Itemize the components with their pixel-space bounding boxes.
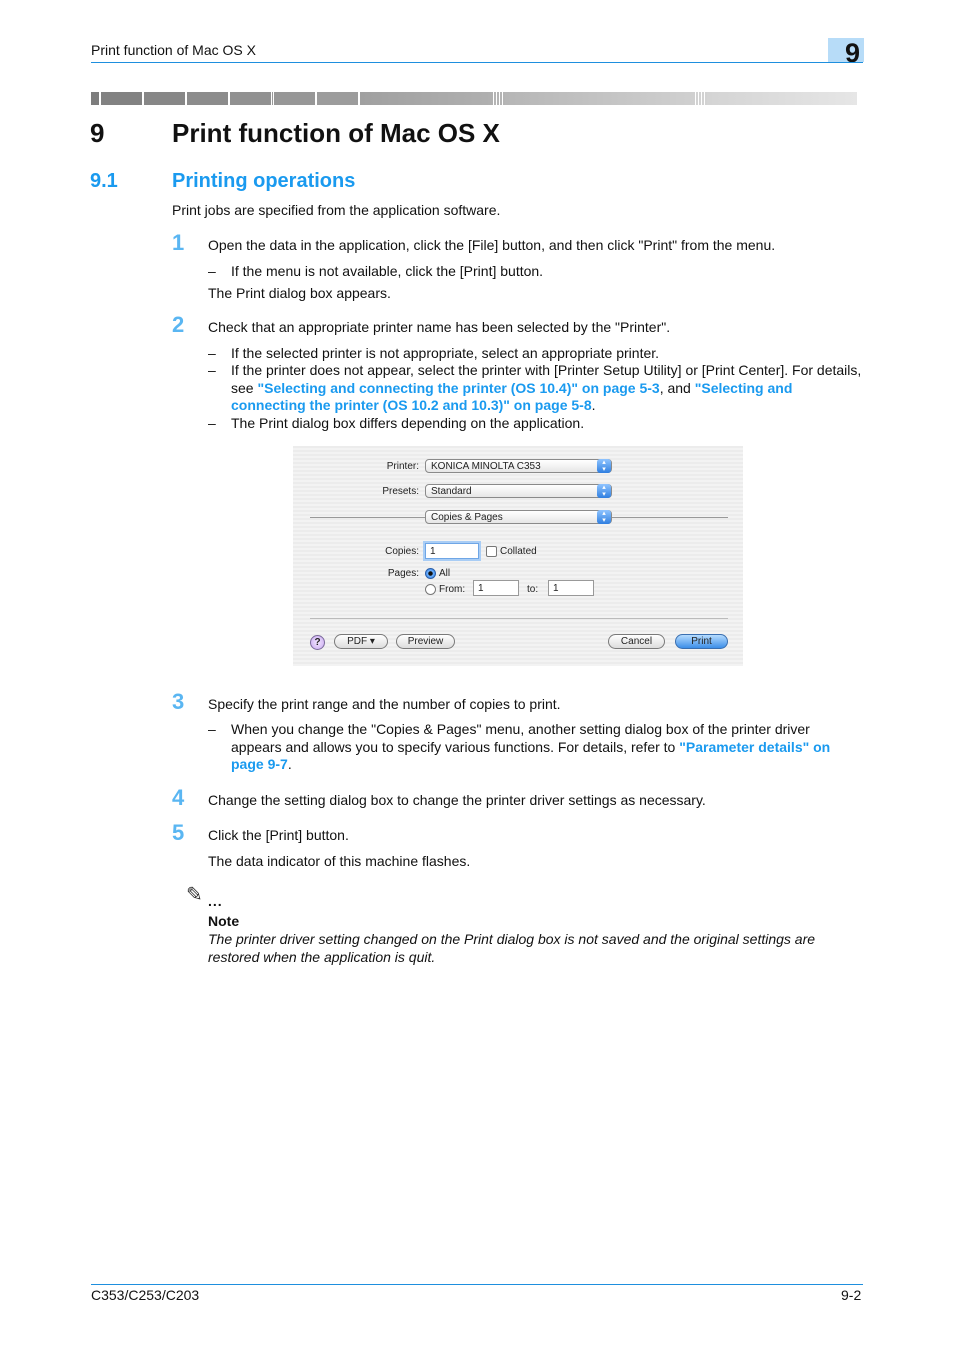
running-header-title: Print function of Mac OS X [91, 42, 256, 58]
step-bullet: If the selected printer is not appropria… [231, 345, 660, 361]
step-text: Click the [Print] button. [208, 827, 349, 843]
bullet-dash: – [208, 721, 216, 737]
note-title: Note [208, 913, 240, 929]
panel-popup[interactable]: Copies & Pages ▴ ▾ [425, 510, 612, 524]
step-bullet: If the menu is not available, click the … [231, 263, 544, 279]
pdf-button[interactable]: PDF ▾ [334, 634, 388, 649]
pages-label: Pages: [387, 568, 419, 579]
step-text: Change the setting dialog box to change … [208, 792, 706, 808]
presets-value: Standard [431, 486, 472, 497]
bullet-dash: – [208, 415, 216, 431]
link-selecting-printer-os102[interactable]: "Selecting and [695, 380, 793, 396]
link-selecting-printer-os102[interactable]: connecting the printer (OS 10.2 and 10.3… [231, 397, 592, 413]
printer-popup[interactable]: KONICA MINOLTA C353 ▴ ▾ [425, 459, 612, 473]
pages-from-radio[interactable] [425, 584, 436, 595]
step-text: Specify the print range and the number o… [208, 696, 561, 712]
chapter-title: Print function of Mac OS X [172, 118, 500, 148]
pages-all-label: All [439, 568, 451, 579]
from-field[interactable]: 1 [473, 580, 519, 596]
popup-arrows-icon: ▴ ▾ [597, 484, 611, 498]
note-dots: ... [208, 893, 223, 909]
divider [612, 517, 728, 518]
to-field[interactable]: 1 [548, 580, 594, 596]
popup-arrows-icon: ▴ ▾ [597, 510, 611, 524]
panel-value: Copies & Pages [431, 512, 503, 523]
copies-field[interactable]: 1 [425, 543, 479, 559]
step-result: The Print dialog box appears. [208, 285, 391, 301]
bullet-dash: – [208, 263, 216, 279]
step-number: 5 [172, 820, 185, 845]
bullet-dash: – [208, 362, 216, 378]
bullet-dash: – [208, 345, 216, 361]
step-number: 4 [172, 785, 185, 810]
help-button[interactable]: ? [310, 635, 325, 650]
step-number: 2 [172, 312, 185, 337]
step-text: Open the data in the application, click … [208, 237, 776, 253]
section-number: 9.1 [90, 170, 118, 192]
print-dialog: Printer: KONICA MINOLTA C353 ▴ ▾ Presets: … [293, 446, 743, 666]
presets-label: Presets: [382, 486, 419, 497]
bullet-text: . [591, 397, 596, 413]
divider [310, 618, 728, 619]
decorative-gradient-bar [91, 92, 863, 105]
pages-from-label: From: [439, 584, 466, 595]
step-bullet: The Print dialog box differs depending o… [231, 415, 585, 431]
chapter-badge-number: 9 [845, 38, 861, 68]
footer-model: C353/C253/C203 [91, 1287, 200, 1303]
chapter-number: 9 [90, 118, 105, 148]
step-bullet: When you change the "Copies & Pages" men… [231, 721, 863, 774]
popup-arrows-icon: ▴ ▾ [597, 459, 611, 473]
footer-rule [91, 1284, 863, 1285]
step-result: The data indicator of this machine flash… [208, 853, 471, 869]
step-number: 3 [172, 689, 185, 714]
preview-button[interactable]: Preview [396, 634, 455, 649]
bullet-text: . [287, 756, 292, 772]
step-bullet: If the printer does not appear, select t… [231, 362, 863, 415]
note-text: The printer driver setting changed on th… [208, 931, 816, 965]
cancel-button[interactable]: Cancel [608, 634, 665, 649]
section-title: Printing operations [172, 170, 356, 192]
collated-checkbox[interactable] [486, 546, 497, 557]
presets-popup[interactable]: Standard ▴ ▾ [425, 484, 612, 498]
print-button[interactable]: Print [675, 634, 728, 649]
printer-value: KONICA MINOLTA C353 [431, 461, 541, 472]
bullet-text: , and [659, 379, 695, 396]
footer-page-number: 9-2 [841, 1287, 862, 1303]
copies-label: Copies: [385, 546, 419, 557]
pencil-note-icon: ✎ [186, 884, 203, 906]
pages-all-radio[interactable] [425, 568, 436, 579]
divider [310, 517, 425, 518]
header-rule [91, 62, 863, 63]
link-selecting-printer-os104[interactable]: "Selecting and connecting the printer (O… [257, 380, 659, 396]
step-text: Check that an appropriate printer name h… [208, 319, 671, 335]
printer-label: Printer: [386, 461, 419, 472]
to-label: to: [527, 584, 539, 595]
collated-label: Collated [500, 546, 537, 557]
step-number: 1 [172, 230, 185, 255]
intro-text: Print jobs are specified from the applic… [172, 202, 501, 218]
